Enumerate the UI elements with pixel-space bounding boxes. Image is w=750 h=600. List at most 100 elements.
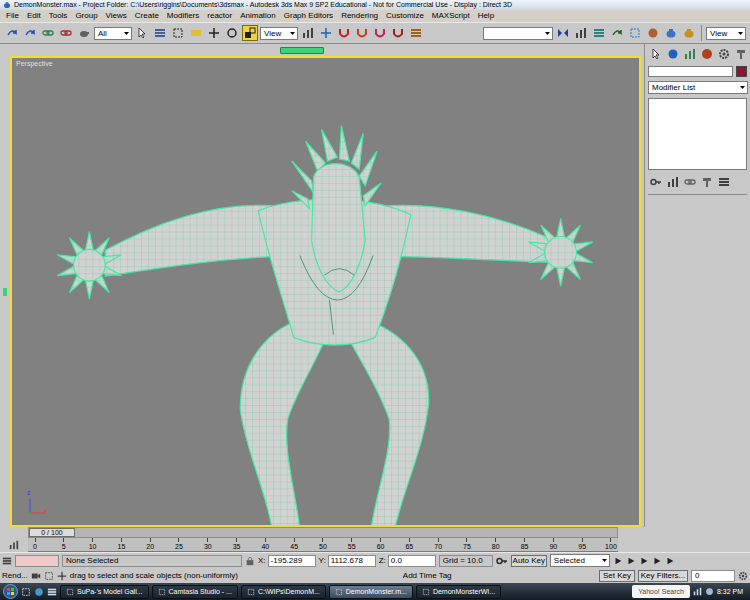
create-button[interactable] xyxy=(648,46,664,62)
key-filters-button[interactable]: Key Filters... xyxy=(638,570,688,582)
pivot-button[interactable] xyxy=(300,25,316,41)
configure-sets-button[interactable] xyxy=(716,174,732,190)
select-by-name-button[interactable] xyxy=(152,25,168,41)
percent-snap-button[interactable] xyxy=(372,25,388,41)
select-scale-button[interactable] xyxy=(242,25,258,41)
coordinate-field[interactable]: Z:0.0 xyxy=(379,555,436,567)
viewport-label[interactable]: Perspective xyxy=(16,60,53,67)
taskbar-item[interactable]: SuPa-'s Model Gall... xyxy=(60,585,149,599)
track-view-icon xyxy=(9,540,19,550)
hierarchy-button[interactable] xyxy=(682,46,698,62)
modify-button[interactable] xyxy=(665,46,681,62)
remove-modifier-button[interactable] xyxy=(699,174,715,190)
motion-button[interactable] xyxy=(699,46,715,62)
select-object-button[interactable] xyxy=(134,25,150,41)
undo-button[interactable] xyxy=(4,25,20,41)
menu-bar: FileEditToolsGroupViewsCreateModifiersre… xyxy=(0,10,750,22)
rectangular-region-button[interactable] xyxy=(170,25,186,41)
menu-item[interactable]: Graph Editors xyxy=(280,10,337,22)
unlink-button[interactable] xyxy=(58,25,74,41)
menu-item[interactable]: Help xyxy=(474,10,498,22)
coordinate-field[interactable]: Y:1112.678 xyxy=(319,555,376,567)
edit-named-selection-icon xyxy=(410,27,422,39)
auto-key-button[interactable]: Auto Key xyxy=(511,555,547,567)
edit-named-selection-button[interactable] xyxy=(408,25,424,41)
set-key-button[interactable]: Set Key xyxy=(599,570,635,582)
angle-snap-button[interactable] xyxy=(354,25,370,41)
redo-button[interactable] xyxy=(22,25,38,41)
taskbar-item[interactable]: DemonMonster.m... xyxy=(329,585,413,599)
bind-space-warp-button[interactable] xyxy=(76,25,92,41)
perspective-viewport[interactable]: Perspectivezx xyxy=(10,56,641,527)
tab-panel-chip[interactable] xyxy=(280,47,324,54)
menu-item[interactable]: Animation xyxy=(236,10,280,22)
menu-item[interactable]: Edit xyxy=(23,10,45,22)
menu-item[interactable]: Group xyxy=(71,10,101,22)
pin-stack-button[interactable] xyxy=(648,174,664,190)
menu-item[interactable]: Rendering xyxy=(337,10,382,22)
spinner-snap-button[interactable] xyxy=(390,25,406,41)
utilities-button[interactable] xyxy=(733,46,749,62)
show-end-result-button[interactable] xyxy=(665,174,681,190)
window-crossing-button[interactable] xyxy=(188,25,204,41)
menu-item[interactable]: reactor xyxy=(203,10,236,22)
select-move-button[interactable] xyxy=(206,25,222,41)
render-scene-button[interactable] xyxy=(663,25,679,41)
menu-item[interactable]: Create xyxy=(131,10,163,22)
make-unique-button[interactable] xyxy=(682,174,698,190)
layer-manager-button[interactable] xyxy=(591,25,607,41)
render-view-dropdown[interactable]: View xyxy=(706,27,746,40)
taskbar-item[interactable]: Camtasia Studio - ... xyxy=(152,585,238,599)
menu-item[interactable]: Modifiers xyxy=(163,10,203,22)
modifier-list-dropdown[interactable]: Modifier List xyxy=(648,81,748,94)
object-color-swatch[interactable] xyxy=(736,66,747,77)
command-panel-tabs xyxy=(648,46,747,62)
display-button[interactable] xyxy=(716,46,732,62)
switch-windows-icon xyxy=(47,587,57,597)
select-scale-icon xyxy=(244,27,256,39)
menu-item[interactable]: Views xyxy=(102,10,131,22)
object-name-field[interactable] xyxy=(648,66,733,77)
menu-item[interactable]: MAXScript xyxy=(428,10,474,22)
start-orb-icon[interactable] xyxy=(3,584,18,599)
dropdown-arrow-icon xyxy=(289,30,296,37)
align-button[interactable] xyxy=(573,25,589,41)
track-bar-row: 0510152025303540455055606570758085909510… xyxy=(0,538,750,552)
quick-render-button[interactable] xyxy=(681,25,697,41)
menu-item[interactable]: Customize xyxy=(382,10,428,22)
track-bar[interactable]: 0510152025303540455055606570758085909510… xyxy=(28,538,618,552)
select-link-button[interactable] xyxy=(40,25,56,41)
current-frame-field[interactable]: 0 xyxy=(691,570,735,582)
mirror-button[interactable] xyxy=(555,25,571,41)
frame-tick: 90 xyxy=(546,538,560,551)
menu-item[interactable]: Tools xyxy=(45,10,72,22)
snap-button[interactable] xyxy=(336,25,352,41)
selection-filter-dropdown[interactable]: All xyxy=(94,27,132,40)
curve-editor-button[interactable] xyxy=(609,25,625,41)
display-icon xyxy=(718,48,730,60)
set-key-mode-icon xyxy=(496,555,508,567)
reference-coordinate-dropdown[interactable]: View xyxy=(260,27,298,40)
key-mode-dropdown[interactable]: Selected xyxy=(550,554,610,567)
material-editor-button[interactable] xyxy=(645,25,661,41)
named-selection-dropdown[interactable] xyxy=(483,27,553,40)
menu-item[interactable]: File xyxy=(2,10,23,22)
time-slider[interactable]: 0 / 100 xyxy=(28,527,618,538)
schematic-view-button[interactable] xyxy=(627,25,643,41)
search-box[interactable]: Yahoo! Search xyxy=(632,585,690,598)
coordinate-field[interactable]: X:-195.289 xyxy=(258,555,316,567)
manipulate-button[interactable] xyxy=(318,25,334,41)
select-move-icon xyxy=(208,27,220,39)
time-slider-thumb[interactable]: 0 / 100 xyxy=(29,528,75,537)
taskbar-item[interactable]: C:\WIPs\DemonM... xyxy=(241,585,326,599)
modifier-stack[interactable] xyxy=(648,98,747,170)
maxscript-mini-listener[interactable] xyxy=(15,555,59,567)
add-time-tag[interactable]: Add Time Tag xyxy=(403,571,452,580)
select-rotate-button[interactable] xyxy=(224,25,240,41)
time-slider-row: 0 / 100 xyxy=(0,527,750,538)
go-to-end-icon xyxy=(665,556,675,566)
demon-monster-model[interactable] xyxy=(12,58,639,525)
play-icon xyxy=(639,556,649,566)
rectangular-region-icon xyxy=(172,27,184,39)
taskbar-item[interactable]: DemonMonsterWI... xyxy=(416,585,501,599)
